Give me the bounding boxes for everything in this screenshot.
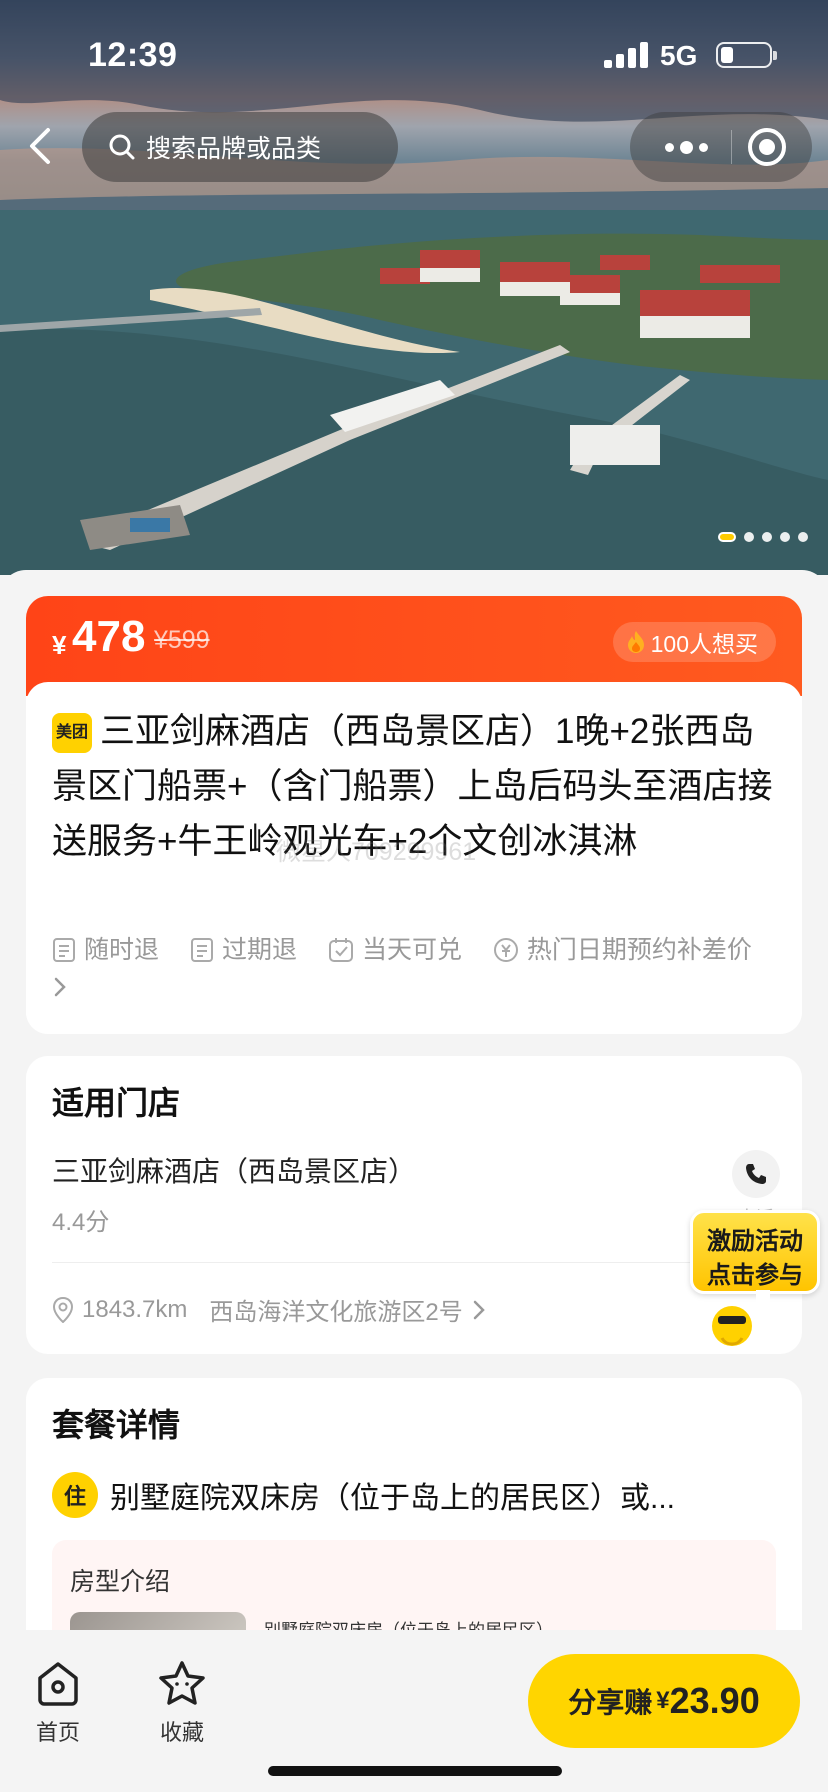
price-tag-icon (493, 938, 518, 962)
policy-item: 当天可兑 (328, 932, 462, 968)
price-value: 478 (72, 612, 146, 661)
carousel-dot (762, 532, 772, 542)
network-type: 5G (660, 40, 698, 71)
policy-label: 当天可兑 (361, 936, 462, 964)
chevron-right-icon (473, 1300, 485, 1319)
phone-icon (746, 1164, 766, 1184)
tab-home[interactable]: 首页 (18, 1660, 98, 1747)
original-price: ¥599 (154, 626, 210, 654)
carousel-indicator (718, 532, 808, 542)
stay-tag: 住 (52, 1472, 98, 1518)
chevron-left-icon (30, 128, 50, 164)
policy-item: 热门日期预约补差价 (493, 932, 752, 968)
package-room-name: 别墅庭院双床房（位于岛上的居民区）或... (110, 1482, 676, 1515)
battery-icon (716, 42, 777, 68)
share-currency: ¥ (656, 1687, 670, 1714)
cellular-signal-icon (604, 42, 648, 68)
tab-favorite[interactable]: 收藏 (142, 1660, 222, 1747)
back-button[interactable] (20, 118, 60, 174)
carousel-dot (718, 532, 736, 542)
store-section-title: 适用门店 (52, 1085, 181, 1121)
policy-item: 随时退 (52, 932, 159, 968)
capsule-divider (731, 130, 732, 164)
store-address: 西岛海洋文化旅游区2号 (209, 1299, 463, 1326)
price-currency: ¥ (52, 630, 67, 660)
document-icon (53, 938, 75, 962)
document-icon (190, 938, 213, 962)
star-icon (159, 1661, 205, 1705)
policy-label: 过期退 (221, 936, 297, 964)
store-score: 4.4分 (52, 1209, 110, 1236)
policy-label: 热门日期预约补差价 (526, 936, 752, 964)
tab-favorite-label: 收藏 (159, 1720, 204, 1745)
search-icon (109, 134, 135, 160)
close-miniapp-icon[interactable] (748, 128, 786, 166)
home-icon (38, 1662, 78, 1706)
product-card: ¥ 478 ¥599 100人想买 美团 三亚剑麻酒店（西岛景区店）1晚+2张西岛… (26, 596, 802, 1034)
meituan-brand-tag: 美团 (52, 713, 92, 753)
calendar-check-icon (328, 938, 353, 962)
status-time: 12:39 (88, 36, 178, 74)
store-card: 适用门店 三亚剑麻酒店（西岛景区店） 4.4分 电话 1843.7km 西岛海洋… (26, 1056, 802, 1354)
share-earn-button[interactable]: 分享赚 ¥ 23.90 (528, 1654, 800, 1748)
mascot-icon (712, 1290, 770, 1350)
status-bar: 12:39 5G (0, 0, 828, 110)
divider (52, 1262, 776, 1263)
share-label: 分享赚 (568, 1687, 653, 1718)
policy-list[interactable]: 随时退 过期退 当天可兑 热门日期预约补差价 (52, 932, 792, 1009)
promo-badge: 激励活动 点击参与 (690, 1210, 820, 1294)
chevron-right-icon (54, 977, 66, 997)
carousel-dot (744, 532, 754, 542)
room-intro[interactable]: 房型介绍 别墅庭院双床房（位于岛上的居民区） (52, 1540, 776, 1638)
promo-line1: 激励活动 (707, 1228, 803, 1255)
policy-item: 过期退 (190, 932, 297, 968)
product-info: 美团 三亚剑麻酒店（西岛景区店）1晚+2张西岛景区门船票+（含门船票）上岛后码头至… (26, 682, 802, 1034)
miniapp-capsule (630, 112, 812, 182)
room-intro-title: 房型介绍 (70, 1568, 171, 1596)
promo-line2: 点击参与 (707, 1262, 803, 1289)
package-card: 套餐详情 住 别墅庭院双床房（位于岛上的居民区）或... 房型介绍 别墅庭院双床… (26, 1378, 802, 1638)
call-button[interactable] (732, 1150, 780, 1198)
carousel-dot (780, 532, 790, 542)
tab-home-label: 首页 (35, 1720, 80, 1745)
location-pin-icon (52, 1296, 74, 1323)
want-count-text: 100人想买 (650, 631, 758, 657)
promo-float-button[interactable]: 激励活动 点击参与 (690, 1210, 820, 1350)
package-room-row: 住 别墅庭院双床房（位于岛上的居民区）或... (52, 1472, 675, 1518)
store-address-row[interactable]: 1843.7km 西岛海洋文化旅游区2号 (52, 1292, 487, 1327)
home-indicator (268, 1766, 562, 1776)
share-amount: 23.90 (669, 1680, 760, 1721)
policy-label: 随时退 (84, 936, 160, 964)
carousel-dot (798, 532, 808, 542)
flame-icon (627, 631, 644, 653)
search-placeholder: 搜索品牌或品类 (146, 135, 322, 163)
hero-image-carousel[interactable]: 12:39 5G 搜索品牌或品类 (0, 0, 828, 575)
bottom-bar: 首页 收藏 分享赚 ¥ 23.90 (0, 1630, 828, 1792)
package-section-title: 套餐详情 (52, 1407, 181, 1443)
search-input[interactable]: 搜索品牌或品类 (82, 112, 398, 182)
want-count-badge: 100人想买 (612, 622, 776, 662)
watermark: 微星人709299961 (276, 838, 477, 866)
store-name[interactable]: 三亚剑麻酒店（西岛景区店） (52, 1150, 416, 1190)
price-bar: ¥ 478 ¥599 100人想买 (26, 596, 802, 696)
store-distance: 1843.7km (82, 1295, 188, 1323)
more-options-icon[interactable] (656, 130, 716, 164)
